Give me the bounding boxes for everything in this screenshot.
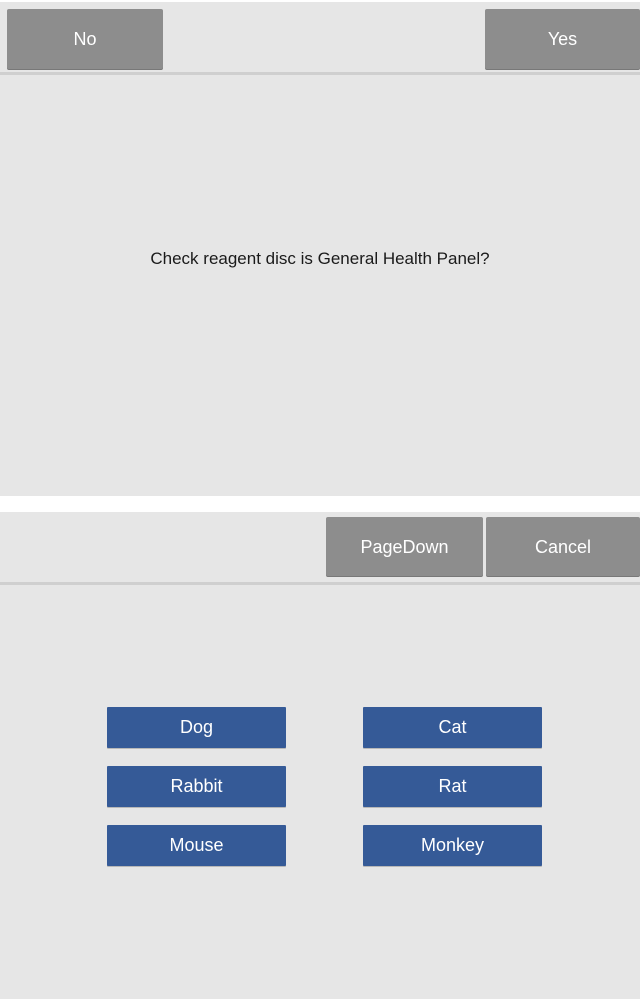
species-button-rat[interactable]: Rat: [363, 766, 542, 807]
species-button-cat[interactable]: Cat: [363, 707, 542, 748]
yes-button[interactable]: Yes: [485, 9, 640, 70]
pagedown-button[interactable]: PageDown: [326, 517, 483, 577]
no-button[interactable]: No: [7, 9, 163, 70]
species-button-dog[interactable]: Dog: [107, 707, 286, 748]
cancel-button[interactable]: Cancel: [486, 517, 640, 577]
species-toolbar: PageDown Cancel: [0, 512, 640, 585]
species-button-rabbit[interactable]: Rabbit: [107, 766, 286, 807]
species-panel: PageDown Cancel Dog Cat Rabbit Rat Mouse…: [0, 512, 640, 999]
confirm-toolbar: No Yes: [0, 2, 640, 75]
confirm-panel: No Yes Check reagent disc is General Hea…: [0, 2, 640, 496]
species-button-mouse[interactable]: Mouse: [107, 825, 286, 866]
species-button-monkey[interactable]: Monkey: [363, 825, 542, 866]
confirm-question: Check reagent disc is General Health Pan…: [150, 249, 490, 268]
